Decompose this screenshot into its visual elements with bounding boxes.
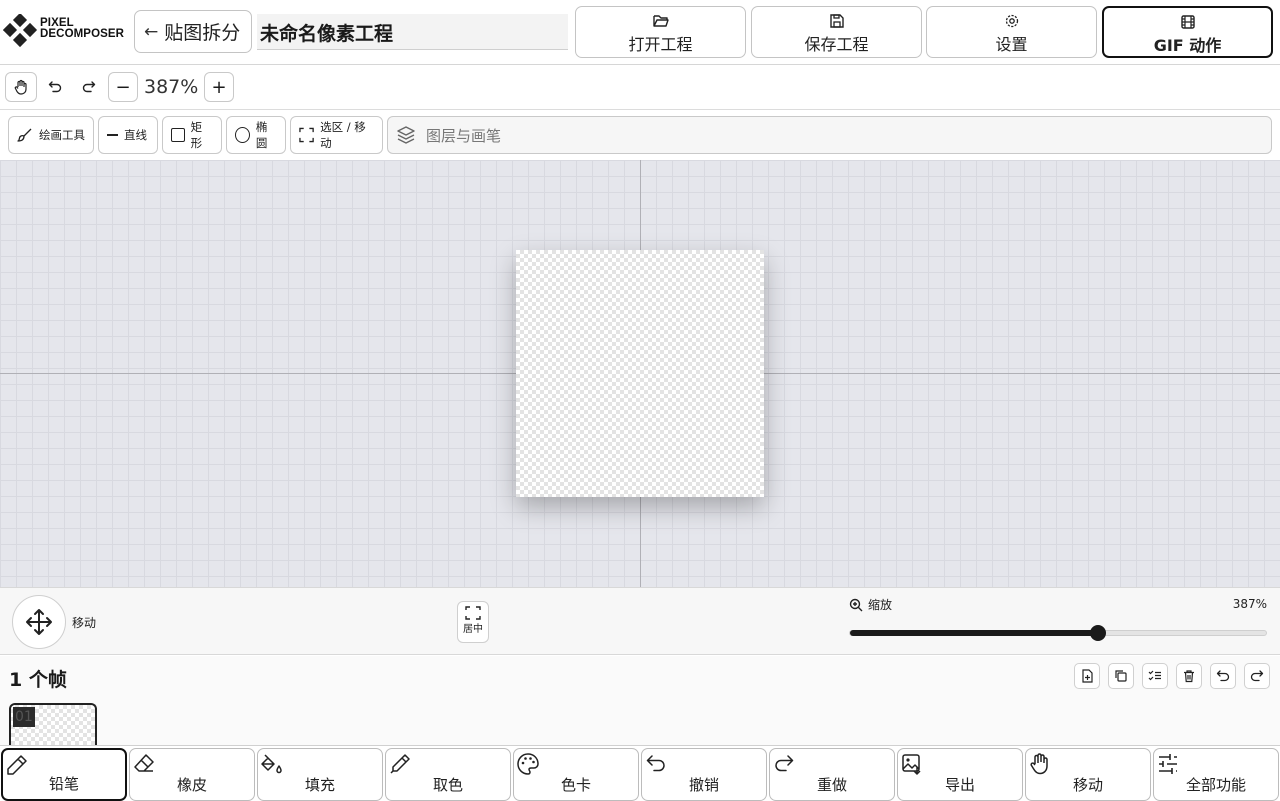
project-name-input[interactable]: 未命名像素工程 <box>257 14 568 50</box>
redo-icon <box>775 755 794 772</box>
draw-tools-button[interactable]: 绘画工具 <box>8 116 94 154</box>
redo-icon <box>82 81 96 93</box>
copy-icon <box>1115 670 1127 682</box>
fill-tool-button[interactable]: 填充 <box>257 748 383 801</box>
move-joystick[interactable] <box>12 595 66 649</box>
sprite-canvas[interactable] <box>516 250 764 497</box>
frames-panel: 1 个帧 01 <box>0 656 1280 748</box>
logo-mark-icon <box>3 14 38 48</box>
select-move-tool-button[interactable]: 选区 / 移动 <box>290 116 383 154</box>
pencil-tool-button[interactable]: 铅笔 <box>1 748 127 801</box>
frames-undo-button[interactable] <box>1210 663 1236 689</box>
film-icon <box>1180 15 1195 29</box>
duplicate-frame-button[interactable] <box>1108 663 1134 689</box>
zoom-value-label: 387% <box>1232 597 1267 611</box>
eraser-icon <box>134 754 154 772</box>
palette-icon <box>517 753 539 775</box>
back-to-texture-split-button[interactable]: ← 贴图拆分 <box>134 10 252 53</box>
zoom-slider[interactable] <box>849 625 1267 641</box>
export-button[interactable]: 导出 <box>897 748 1023 801</box>
frames-redo-button[interactable] <box>1244 663 1270 689</box>
sliders-icon <box>1159 754 1177 774</box>
layers-brush-panel-toggle[interactable]: 图层与画笔 <box>387 116 1272 154</box>
redo-icon <box>1250 670 1264 682</box>
move-tool-button[interactable]: 移动 <box>1025 748 1151 801</box>
checklist-icon <box>1148 670 1161 681</box>
rectangle-icon <box>171 128 185 142</box>
eraser-tool-button[interactable]: 橡皮 <box>129 748 255 801</box>
zoom-in-icon <box>849 598 863 611</box>
undo-icon <box>646 755 665 772</box>
redo-button[interactable] <box>74 72 104 102</box>
select-frames-button[interactable] <box>1142 663 1168 689</box>
shape-toolbar: 绘画工具 直线 矩形 椭圆 选区 / 移动 图层与画笔 <box>0 110 1280 160</box>
minus-icon: − <box>115 76 131 98</box>
plus-icon: + <box>211 76 227 98</box>
center-view-button[interactable]: 居中 <box>457 601 489 643</box>
add-frame-button[interactable] <box>1074 663 1100 689</box>
canvas-controls: 移动 居中 缩放 387% <box>0 587 1280 655</box>
frames-count-title: 1 个帧 <box>9 669 67 691</box>
zoom-title: 缩放 <box>849 596 892 613</box>
frame-thumbnail[interactable]: 01 <box>9 703 97 748</box>
gif-animation-button[interactable]: GIF 动作 <box>1102 6 1273 58</box>
undo-tool-button[interactable]: 撤销 <box>641 748 767 801</box>
hand-icon <box>1030 753 1048 775</box>
ellipse-icon <box>235 127 250 143</box>
palette-button[interactable]: 色卡 <box>513 748 639 801</box>
eyedropper-icon <box>390 754 410 774</box>
app-header: PIXEL DECOMPOSER ← 贴图拆分 未命名像素工程 打开工程 保存工… <box>0 0 1280 65</box>
open-project-button[interactable]: 打开工程 <box>575 6 746 58</box>
logo-text: PIXEL DECOMPOSER <box>40 17 125 40</box>
paint-bucket-icon <box>261 754 282 774</box>
save-icon <box>829 14 844 28</box>
arrow-left-icon: ← <box>144 21 159 42</box>
ellipse-tool-button[interactable]: 椭圆 <box>226 116 286 154</box>
gear-icon <box>1005 14 1018 28</box>
layers-icon <box>397 126 415 144</box>
fit-center-icon <box>465 606 481 620</box>
undo-icon <box>48 81 62 93</box>
main-tool-bar: 铅笔 橡皮 填充 取色 色卡 撤销 重做 导出 移动 全部功能 <box>0 745 1280 801</box>
rectangle-tool-button[interactable]: 矩形 <box>162 116 222 154</box>
move-arrows-icon <box>26 609 52 635</box>
undo-icon <box>1216 670 1230 682</box>
brush-icon <box>17 128 32 142</box>
frame-number-badge: 01 <box>13 707 35 727</box>
view-toolbar: − 387% + <box>0 65 1280 110</box>
hand-icon <box>14 79 27 95</box>
redo-tool-button[interactable]: 重做 <box>769 748 895 801</box>
color-picker-tool-button[interactable]: 取色 <box>385 748 511 801</box>
zoom-slider-fill <box>850 630 1098 636</box>
folder-open-icon <box>652 15 669 27</box>
line-tool-button[interactable]: 直线 <box>98 116 158 154</box>
trash-icon <box>1184 670 1194 683</box>
drawing-canvas-area[interactable] <box>0 160 1280 587</box>
zoom-level-label: 387% <box>144 76 199 98</box>
move-label: 移动 <box>72 616 97 630</box>
line-icon <box>107 134 118 136</box>
zoom-in-button[interactable]: + <box>204 72 234 102</box>
app-logo: PIXEL DECOMPOSER <box>3 14 127 50</box>
save-project-button[interactable]: 保存工程 <box>751 6 922 58</box>
zoom-slider-thumb[interactable] <box>1089 625 1106 641</box>
selection-icon <box>299 127 314 143</box>
image-export-icon <box>902 754 921 775</box>
undo-button[interactable] <box>40 72 70 102</box>
zoom-out-button[interactable]: − <box>108 72 138 102</box>
all-features-button[interactable]: 全部功能 <box>1153 748 1279 801</box>
delete-frame-button[interactable] <box>1176 663 1202 689</box>
add-frame-icon <box>1082 669 1093 683</box>
pan-hand-button[interactable] <box>5 72 37 102</box>
settings-button[interactable]: 设置 <box>926 6 1097 58</box>
